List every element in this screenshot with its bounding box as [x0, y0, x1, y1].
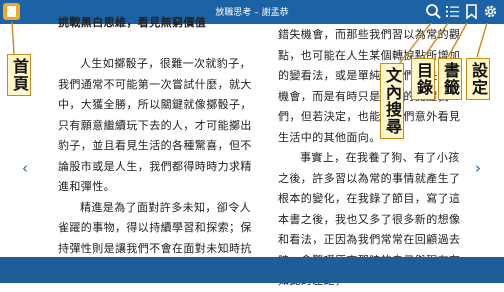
callout-home: 首頁	[7, 54, 31, 96]
callout-toc: 目錄	[411, 58, 435, 100]
callout-search: 文內搜尋	[380, 63, 404, 139]
callout-bookmark: 書籤	[438, 58, 462, 100]
callout-settings: 設定	[466, 58, 490, 100]
callout-arrows	[11, 21, 488, 69]
